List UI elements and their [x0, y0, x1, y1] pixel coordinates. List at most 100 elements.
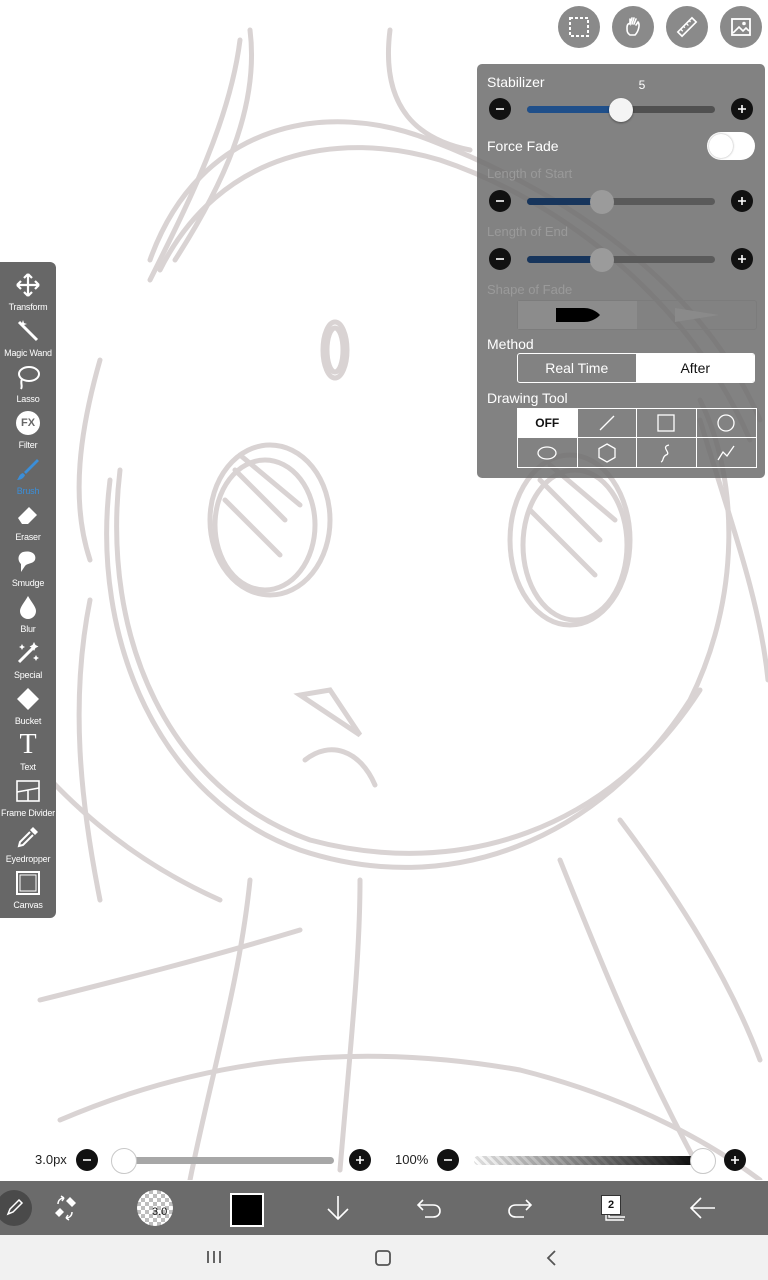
start-minus-button[interactable]	[489, 190, 511, 212]
brush-icon	[17, 459, 39, 480]
stabilizer-panel: Stabilizer 5 Force Fade Length of Start …	[477, 64, 765, 478]
selection-button[interactable]	[558, 6, 600, 48]
home-icon[interactable]	[374, 1249, 392, 1267]
tool-label: Canvas	[13, 900, 43, 910]
size-plus-button[interactable]	[349, 1149, 371, 1171]
size-minus-button[interactable]	[76, 1149, 98, 1171]
redo-icon	[508, 1199, 533, 1218]
length-of-end-label: Length of End	[487, 224, 568, 239]
start-plus-button[interactable]	[731, 190, 753, 212]
end-slider-knob[interactable]	[590, 248, 615, 272]
drawing-tool-circle[interactable]	[696, 409, 756, 438]
image-button[interactable]	[720, 6, 762, 48]
tool-blur[interactable]: Blur	[0, 592, 56, 638]
minus-icon	[496, 258, 504, 260]
move-arrows-icon	[16, 273, 40, 297]
redo-button[interactable]	[503, 1181, 537, 1235]
eraser-icon	[18, 507, 37, 524]
shape-option-tapered[interactable]	[637, 301, 756, 329]
rectangle-icon	[657, 414, 675, 432]
method-selector: Real Time After	[517, 353, 755, 383]
bottom-action-bar: 2	[0, 1181, 768, 1235]
back-button[interactable]	[686, 1181, 720, 1235]
end-minus-button[interactable]	[489, 248, 511, 270]
shape-of-fade-selector	[517, 300, 757, 330]
opacity-plus-button[interactable]	[724, 1149, 746, 1171]
tool-special[interactable]: Special	[0, 638, 56, 684]
tool-text[interactable]: T Text	[0, 730, 56, 776]
tool-frame-divider[interactable]: Frame Divider	[0, 776, 56, 822]
tool-label: Blur	[20, 624, 36, 634]
opacity-knob[interactable]	[690, 1148, 716, 1174]
method-option-after[interactable]: After	[636, 354, 754, 382]
minus-icon	[83, 1159, 91, 1161]
method-option-real-time[interactable]: Real Time	[518, 354, 637, 382]
stabilizer-slider-knob[interactable]	[609, 98, 633, 122]
method-label: Method	[487, 336, 534, 352]
stabilizer-button[interactable]	[612, 6, 654, 48]
magic-wand-icon	[17, 320, 39, 342]
tool-eraser[interactable]: Eraser	[0, 500, 56, 546]
minus-icon	[496, 108, 504, 110]
stabilizer-plus-button[interactable]	[731, 98, 753, 120]
force-fade-toggle[interactable]	[707, 132, 755, 160]
plus-icon	[356, 1156, 364, 1164]
undo-button[interactable]	[412, 1181, 446, 1235]
brush-size-badge: 3.0	[152, 1206, 168, 1218]
tool-smudge[interactable]: Smudge	[0, 546, 56, 592]
ruler-button[interactable]	[666, 6, 708, 48]
toggle-knob	[709, 134, 733, 158]
plus-icon	[738, 197, 746, 205]
smudge-icon	[18, 551, 36, 572]
arrow-left-icon	[689, 1197, 715, 1219]
tool-magic-wand[interactable]: Magic Wand	[0, 316, 56, 362]
drawing-tool-line[interactable]	[577, 409, 637, 438]
bucket-icon	[17, 688, 39, 710]
tool-label: Bucket	[14, 716, 42, 726]
length-of-end-slider[interactable]	[527, 256, 715, 263]
start-slider-knob[interactable]	[590, 190, 615, 214]
tool-eyedropper[interactable]: Eyedropper	[0, 822, 56, 868]
system-nav-bar	[0, 1235, 768, 1280]
tool-bucket[interactable]: Bucket	[0, 684, 56, 730]
drawing-tool-grid: OFF	[517, 408, 757, 468]
tool-label: Transform	[8, 302, 48, 312]
tool-filter[interactable]: FX Filter	[0, 408, 56, 454]
tool-brush[interactable]: Brush	[0, 454, 56, 500]
brush-size-knob[interactable]	[111, 1148, 137, 1174]
polygon-icon	[598, 442, 616, 463]
plus-icon	[731, 1156, 739, 1164]
tool-lasso[interactable]: Lasso	[0, 362, 56, 408]
opacity-minus-button[interactable]	[437, 1149, 459, 1171]
end-plus-button[interactable]	[731, 248, 753, 270]
color-swatch-button[interactable]	[230, 1193, 264, 1227]
arrow-down-icon	[327, 1196, 349, 1221]
special-sparkle-icon	[17, 642, 39, 664]
tool-canvas[interactable]: Canvas	[0, 868, 56, 914]
recent-apps-icon[interactable]	[205, 1249, 223, 1265]
tool-label: Brush	[16, 486, 40, 496]
stabilizer-minus-button[interactable]	[489, 98, 511, 120]
drawing-tool-polyline[interactable]	[697, 438, 757, 467]
shape-option-sharp[interactable]	[518, 301, 637, 329]
canvas-icon	[16, 871, 40, 895]
drawing-tool-rectangle[interactable]	[637, 409, 697, 438]
back-nav-icon[interactable]	[544, 1249, 558, 1267]
plus-icon	[738, 105, 746, 113]
drawing-tool-polygon[interactable]	[578, 438, 637, 467]
opacity-slider[interactable]	[474, 1156, 706, 1165]
pen-mode-button[interactable]	[0, 1190, 32, 1226]
opacity-value: 100%	[395, 1152, 429, 1167]
drawing-tool-curve[interactable]	[637, 438, 697, 467]
brush-eraser-swap-button[interactable]	[48, 1181, 82, 1235]
download-button[interactable]	[322, 1181, 354, 1235]
tool-transform[interactable]: Transform	[0, 270, 56, 316]
ellipse-icon	[537, 445, 557, 460]
undo-icon	[416, 1199, 441, 1218]
drawing-tool-off[interactable]: OFF	[518, 409, 578, 438]
drawing-tool-ellipse[interactable]	[518, 438, 578, 467]
brush-size-slider[interactable]	[124, 1157, 334, 1164]
polyline-icon	[717, 445, 735, 460]
length-of-start-slider[interactable]	[527, 198, 715, 205]
tool-label: Lasso	[16, 394, 40, 404]
